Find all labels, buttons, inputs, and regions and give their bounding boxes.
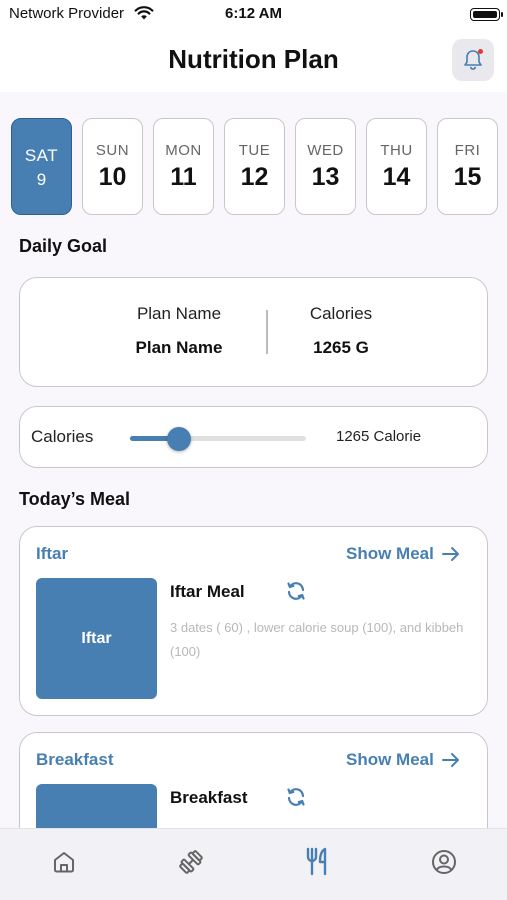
notification-dot xyxy=(478,49,483,54)
arrow-right-icon xyxy=(441,547,459,561)
notifications-button[interactable] xyxy=(452,39,494,81)
meal-card-breakfast[interactable]: Breakfast Show Meal Breakfast xyxy=(19,732,488,828)
page-title: Nutrition Plan xyxy=(168,44,339,74)
day-name: WED xyxy=(307,142,344,159)
day-thu[interactable]: THU 14 xyxy=(366,118,427,215)
day-number: 13 xyxy=(311,163,340,191)
slider-thumb[interactable] xyxy=(167,427,192,451)
tab-workout[interactable] xyxy=(176,847,206,877)
profile-icon xyxy=(432,850,456,874)
refresh-icon[interactable] xyxy=(284,785,308,809)
day-name: SUN xyxy=(95,142,130,159)
day-fri[interactable]: FRI 15 xyxy=(437,118,498,215)
main-content[interactable]: SAT 9 SUN 10 MON 11 TUE 12 WED 13 THU 14… xyxy=(0,92,507,828)
day-number: 15 xyxy=(453,163,482,191)
app-header: Nutrition Plan xyxy=(0,30,507,92)
meal-type: Breakfast xyxy=(36,750,114,769)
day-wed[interactable]: WED 13 xyxy=(295,118,356,215)
arrow-right-icon xyxy=(441,753,459,767)
day-number: 11 xyxy=(170,163,197,191)
day-name: SAT xyxy=(24,146,59,165)
meal-type: Iftar xyxy=(36,544,69,563)
refresh-icon[interactable] xyxy=(284,579,308,603)
slider-label: Calories xyxy=(31,427,94,446)
daily-goal-heading: Daily Goal xyxy=(19,236,108,256)
tab-home[interactable] xyxy=(49,847,79,877)
meal-description: 3 dates ( 60) , lower calorie soup (100)… xyxy=(170,620,464,659)
day-number: 12 xyxy=(240,163,269,191)
calories-label: Calories xyxy=(309,304,373,323)
status-bar: Network Provider 6:12 AM xyxy=(0,0,507,30)
bottom-tab-bar xyxy=(0,828,507,900)
day-sat[interactable]: SAT 9 xyxy=(11,118,72,215)
day-number: 14 xyxy=(382,163,411,191)
meal-image xyxy=(36,784,157,828)
calories-value: 1265 G xyxy=(313,338,369,357)
day-name: MON xyxy=(165,142,202,159)
day-name: FRI xyxy=(454,142,481,159)
day-tue[interactable]: TUE 12 xyxy=(224,118,285,215)
calorie-slider-card: Calories 1265 Calorie xyxy=(19,406,488,468)
battery-icon xyxy=(470,8,503,21)
day-selector: SAT 9 SUN 10 MON 11 TUE 12 WED 13 THU 14… xyxy=(11,118,501,216)
utensils-icon xyxy=(306,847,327,876)
meal-image: Iftar xyxy=(36,578,157,699)
slider-value: 1265 Calorie xyxy=(336,428,422,445)
plan-name-label: Plan Name xyxy=(136,304,222,323)
meal-name: Iftar Meal xyxy=(170,582,245,601)
clock: 6:12 AM xyxy=(225,5,282,22)
plan-name-value: Plan Name xyxy=(135,338,223,357)
tab-profile[interactable] xyxy=(429,847,459,877)
day-name: THU xyxy=(380,142,413,159)
calories-column: Calories 1265 G xyxy=(266,304,416,358)
meal-name: Breakfast xyxy=(170,788,248,807)
calorie-slider[interactable] xyxy=(130,427,306,451)
day-number: 10 xyxy=(98,163,127,191)
meal-card-iftar[interactable]: Iftar Show Meal Iftar Iftar Meal 3 dates… xyxy=(19,526,488,716)
show-meal-label: Show Meal xyxy=(346,750,434,769)
show-meal-link[interactable]: Show Meal xyxy=(346,750,460,770)
dumbbell-icon xyxy=(179,850,203,874)
tab-nutrition[interactable] xyxy=(302,847,332,877)
day-mon[interactable]: MON 11 xyxy=(153,118,214,215)
show-meal-link[interactable]: Show Meal xyxy=(346,544,460,564)
todays-meal-heading: Today’s Meal xyxy=(19,489,131,509)
day-name: TUE xyxy=(238,142,271,159)
day-sun[interactable]: SUN 10 xyxy=(82,118,143,215)
day-number: 9 xyxy=(36,170,47,189)
daily-goal-card: Plan Name Plan Name Calories 1265 G xyxy=(19,277,488,387)
home-icon xyxy=(54,852,74,873)
plan-name-column: Plan Name Plan Name xyxy=(104,304,254,358)
show-meal-label: Show Meal xyxy=(346,544,434,563)
